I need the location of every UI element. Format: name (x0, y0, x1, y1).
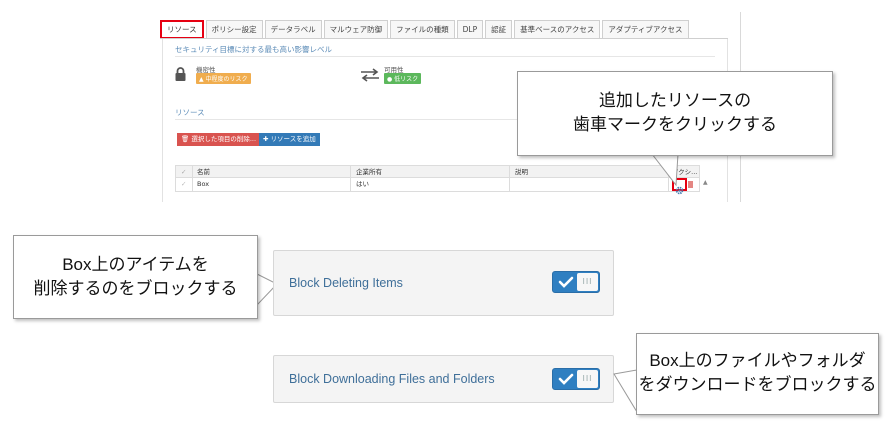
block-downloading-toggle[interactable]: III (552, 368, 600, 390)
toggle-knob: III (577, 273, 598, 291)
gear-callout: 追加したリソースの 歯車マークをクリックする (517, 71, 833, 156)
block-downloading-card: Block Downloading Files and Folders III (273, 355, 614, 403)
check-icon (558, 373, 574, 385)
scroll-up-icon[interactable]: ▲ (703, 179, 708, 186)
row-checkbox[interactable]: ✓ (181, 178, 186, 191)
gear-callout-line2: 歯車マークをクリックする (573, 115, 777, 134)
block-deleting-card: Block Deleting Items III (273, 250, 614, 316)
tab-criteria-access[interactable]: 基準ベースのアクセス (514, 20, 601, 39)
block-downloading-label: Block Downloading Files and Folders (289, 372, 495, 386)
delete-callout-line2: 削除するのをブロックする (33, 279, 238, 298)
download-callout-line2: をダウンロードをブロックする (638, 375, 877, 394)
table-row[interactable]: ✓ Box はい (175, 178, 700, 195)
toggle-knob: III (577, 370, 598, 388)
gear-callout-pointer (650, 153, 679, 187)
tab-dlp[interactable]: DLP (456, 20, 484, 39)
tab-policy-settings[interactable]: ポリシー設定 (205, 20, 263, 39)
security-impact-title: セキュリティ目標に対する最も高い影響レベル (175, 45, 333, 54)
tab-authentication[interactable]: 認証 (485, 20, 513, 39)
download-callout-line1: Box上のファイルやフォルダ (649, 351, 866, 370)
add-resource-button[interactable]: ✚ リソースを追加 (259, 133, 320, 146)
low-risk-badge: ● 低リスク (384, 73, 422, 84)
delete-selected-button[interactable]: 🗑 選択した項目の削除... (177, 133, 261, 146)
delete-callout: Box上のアイテムを 削除するのをブロックする (13, 235, 258, 319)
tab-malware-protection[interactable]: マルウェア防御 (323, 20, 389, 39)
tab-file-types[interactable]: ファイルの種類 (390, 20, 455, 39)
grid-header: ✓ 名前 企業所有 説明 アクシ... (175, 165, 700, 178)
medium-risk-text: 中程度のリスク (205, 76, 248, 83)
tab-data-labels[interactable]: データラベル (264, 20, 322, 39)
medium-risk-badge: ▲ 中程度のリスク (196, 73, 251, 84)
swap-arrows-icon (360, 67, 380, 86)
resource-name: Box (197, 180, 210, 188)
low-risk-text: 低リスク (394, 76, 419, 83)
trash-icon: 🗑 (181, 135, 192, 143)
block-deleting-toggle[interactable]: III (552, 271, 600, 293)
resources-title: リソース (175, 108, 205, 117)
add-resource-label: リソースを追加 (270, 135, 316, 143)
block-deleting-label: Block Deleting Items (289, 276, 403, 290)
section-divider (175, 56, 715, 57)
tab-adaptive-access[interactable]: アダプティブアクセス (602, 20, 689, 39)
delete-selected-label: 選択した項目の削除... (191, 135, 257, 143)
tab-resources[interactable]: リソース (160, 20, 204, 39)
gear-callout-line1: 追加したリソースの (598, 91, 752, 110)
download-callout: Box上のファイルやフォルダ をダウンロードをブロックする (636, 333, 879, 415)
lock-icon (175, 66, 186, 85)
check-icon (558, 276, 574, 288)
delete-callout-line1: Box上のアイテムを (62, 255, 209, 274)
resource-owned: はい (356, 180, 369, 188)
plus-icon: ✚ (263, 135, 271, 143)
tab-bar: リソース ポリシー設定 データラベル マルウェア防御 ファイルの種類 DLP 認… (160, 20, 691, 39)
